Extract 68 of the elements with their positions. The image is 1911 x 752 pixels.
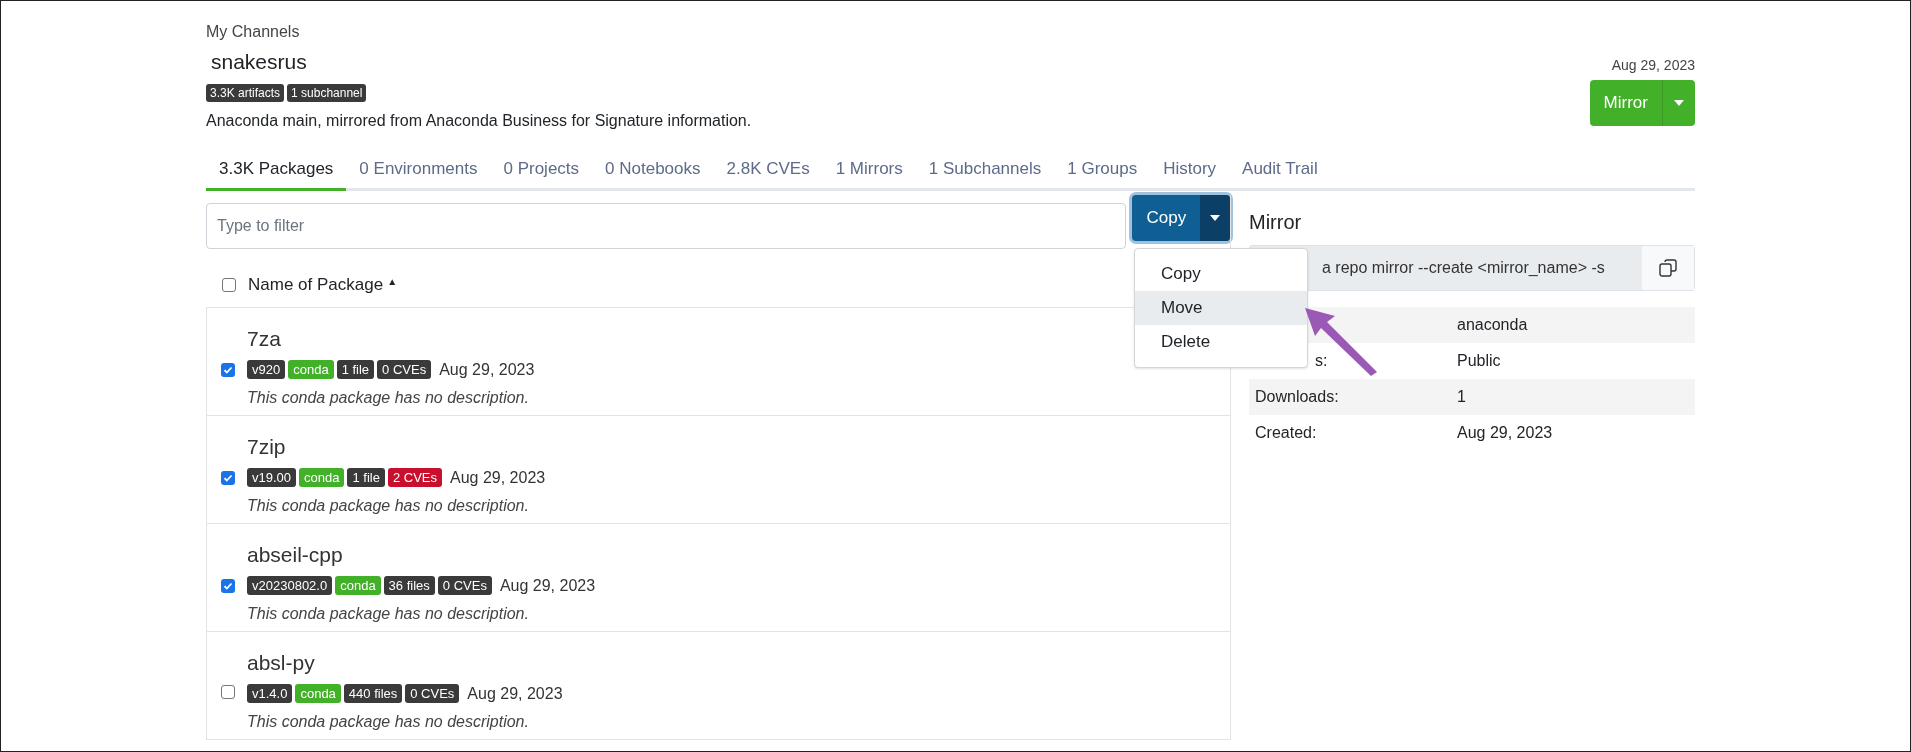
package-name[interactable]: absl-py [247,649,1230,676]
channel-name: snakesrus [211,49,308,75]
info-label: Downloads: [1255,387,1339,405]
package-date: Aug 29, 2023 [439,359,535,380]
mirror-title: Mirror [1249,209,1303,235]
tab[interactable]: 0 Notebooks [592,156,714,191]
package-description: This conda package has no description. [247,495,530,516]
tab[interactable]: 1 Groups [1054,156,1151,191]
info-label: s: [1315,351,1328,369]
package-date: Aug 29, 2023 [450,467,546,488]
package-badge: 36 files [383,576,435,595]
info-value: anaconda [1457,314,1528,335]
package-badge: 1 file [347,468,385,487]
caret-icon [1674,100,1684,106]
package-description: This conda package has no description. [247,387,530,408]
breadcrumb[interactable]: My Channels [206,21,752,43]
package-badge: 1 file [336,360,375,379]
package-badge: conda [295,684,341,703]
channel-description: Anaconda main, mirrored from Anaconda Business for Signature information. [206,111,752,131]
package-badge: v1.4.0 [247,684,293,703]
sort-icon[interactable]: ▲ [387,274,398,289]
package-checkbox[interactable] [221,684,235,699]
check-icon [223,364,233,375]
channel-badge: 1 subchannel [287,84,367,102]
tab[interactable]: 1 Subchannels [915,156,1055,191]
package-description: This conda package has no description. [247,711,530,732]
channel-date: Aug 29, 2023 [1611,56,1695,75]
package-badge: conda [335,576,381,595]
package-checkbox[interactable] [221,470,235,485]
package-badge: v19.00 [247,468,297,487]
package-badge: 440 files [343,684,403,703]
info-label: Created: [1255,423,1317,441]
package-badge: v920 [247,360,286,379]
tab[interactable]: 2.8K CVEs [713,156,823,191]
menu-item[interactable]: Move [1135,291,1307,325]
channel-badge: 3.3K artifacts [206,84,285,102]
package-date: Aug 29, 2023 [467,683,563,704]
check-icon [223,580,233,591]
tab[interactable]: History [1150,156,1230,191]
copy-button[interactable]: Copy [1132,194,1230,241]
tab[interactable]: Audit Trail [1229,156,1331,191]
select-all-checkbox[interactable] [222,277,236,292]
package-badge: v20230802.0 [247,576,333,595]
tab[interactable]: 3.3K Packages [206,156,347,191]
package-checkbox[interactable] [221,362,235,377]
package-badge: 0 CVEs [405,684,460,703]
package-description: This conda package has no description. [247,603,530,624]
package-date: Aug 29, 2023 [499,575,596,596]
package-name[interactable]: abseil-cpp [247,541,1230,568]
package-name[interactable]: 7zip [247,433,1230,460]
tab[interactable]: 0 Projects [490,156,593,191]
package-badge: conda [299,468,345,487]
package-badge: 0 CVEs [377,360,432,379]
info-value: Public [1457,350,1501,371]
package-badge: 2 CVEs [387,468,442,487]
info-value: 1 [1457,386,1466,407]
package-badge: 0 CVEs [437,576,492,595]
menu-item[interactable]: Delete [1135,325,1307,359]
tab[interactable]: 0 Environments [346,156,491,191]
column-header[interactable]: Name of Package [248,271,384,298]
package-checkbox[interactable] [221,578,235,593]
filter-field[interactable]: Type to filter [206,202,1127,249]
copy-icon[interactable] [1659,258,1677,277]
check-icon [223,472,233,483]
caret-icon [1210,214,1221,221]
tab[interactable]: 1 Mirrors [822,156,916,191]
info-value: Aug 29, 2023 [1457,422,1553,443]
package-badge: conda [288,360,334,379]
